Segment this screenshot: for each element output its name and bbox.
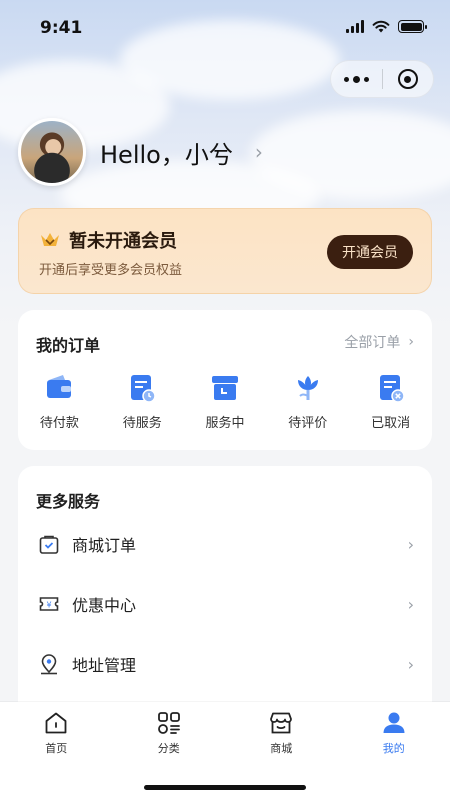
profile-header[interactable]: Hello，小兮 › — [18, 118, 263, 186]
order-status-pending-review[interactable]: 待评价 — [266, 372, 349, 431]
chevron-right-icon: › — [408, 334, 414, 350]
mini-program-capsule — [330, 60, 434, 98]
order-status-label: 待评价 — [288, 416, 328, 431]
vip-membership-card: 暂未开通会员 开通后享受更多会员权益 开通会员 — [18, 208, 432, 294]
close-mini-program-button[interactable] — [383, 60, 433, 98]
svg-text:¥: ¥ — [46, 601, 51, 610]
service-label: 商城订单 — [72, 536, 137, 555]
status-icons — [346, 20, 427, 33]
user-icon — [383, 712, 405, 733]
order-status-pending-service[interactable]: 待服务 — [101, 372, 184, 431]
chevron-right-icon: › — [407, 594, 414, 614]
services-title: 更多服务 — [36, 492, 101, 511]
vip-subtitle: 开通后享受更多会员权益 — [39, 263, 183, 278]
tab-label: 商城 — [270, 742, 293, 755]
chevron-right-icon: › — [254, 140, 263, 164]
order-status-in-service[interactable]: 服务中 — [184, 372, 267, 431]
order-status-label: 已取消 — [371, 416, 411, 431]
tab-mine[interactable]: 我的 — [338, 710, 450, 756]
wifi-icon — [372, 20, 390, 33]
order-status-pending-payment[interactable]: 待付款 — [18, 372, 101, 431]
status-bar: 9:41 — [0, 0, 450, 56]
open-membership-button[interactable]: 开通会员 — [327, 235, 413, 269]
status-time: 9:41 — [40, 18, 83, 38]
my-orders-card: 我的订单 全部订单 › 待付款 待服务 服务中 待评价 已取消 — [18, 310, 432, 450]
service-row-coupon-center[interactable]: ¥ 优惠中心 › — [18, 574, 432, 634]
more-options-button[interactable] — [331, 60, 382, 98]
location-pin-icon — [41, 654, 57, 675]
order-status-cancelled[interactable]: 已取消 — [349, 372, 432, 431]
document-cancel-icon — [379, 375, 405, 403]
home-icon — [45, 712, 67, 734]
flower-icon — [297, 376, 318, 400]
tab-label: 我的 — [382, 742, 405, 755]
coupon-ticket-icon: ¥ — [39, 597, 59, 611]
service-label: 优惠中心 — [72, 596, 137, 615]
wallet-icon — [47, 375, 72, 398]
grid-category-icon — [157, 712, 180, 734]
all-orders-label: 全部订单 — [344, 335, 401, 351]
order-status-label: 待服务 — [122, 416, 162, 431]
orders-title: 我的订单 — [36, 336, 101, 355]
vip-title-label: 暂未开通会员 — [69, 231, 177, 252]
shopping-bag-icon — [39, 535, 59, 554]
tab-store[interactable]: 商城 — [225, 710, 338, 756]
service-label: 地址管理 — [72, 656, 137, 675]
tab-home[interactable]: 首页 — [0, 710, 113, 756]
vip-title: 暂未开通会员 — [39, 227, 177, 253]
tab-label: 分类 — [157, 742, 180, 755]
cellular-signal-icon — [346, 20, 364, 33]
chevron-right-icon: › — [407, 534, 414, 554]
all-orders-link[interactable]: 全部订单 › — [344, 332, 414, 352]
more-dots-icon — [344, 76, 349, 82]
service-row-address-management[interactable]: 地址管理 › — [18, 634, 432, 694]
order-status-label: 待付款 — [39, 416, 79, 431]
greeting-text: Hello，小兮 — [100, 140, 233, 169]
document-clock-icon — [131, 375, 156, 403]
bottom-tab-bar: 首页 分类 商城 我的 — [0, 702, 450, 800]
tab-label: 首页 — [45, 742, 68, 755]
store-icon — [270, 712, 293, 734]
avatar[interactable] — [18, 118, 86, 186]
chevron-right-icon: › — [407, 654, 414, 674]
home-indicator — [144, 785, 306, 790]
vip-crown-icon — [41, 233, 59, 246]
archive-box-icon — [211, 376, 238, 400]
tab-category[interactable]: 分类 — [113, 710, 226, 756]
battery-icon — [398, 20, 427, 33]
target-close-icon — [397, 69, 418, 89]
more-services-card: 更多服务 商城订单 › ¥ 优惠中心 › 地址管理 › — [18, 466, 432, 726]
service-row-mall-orders[interactable]: 商城订单 › — [18, 514, 432, 574]
order-status-label: 服务中 — [205, 416, 245, 431]
